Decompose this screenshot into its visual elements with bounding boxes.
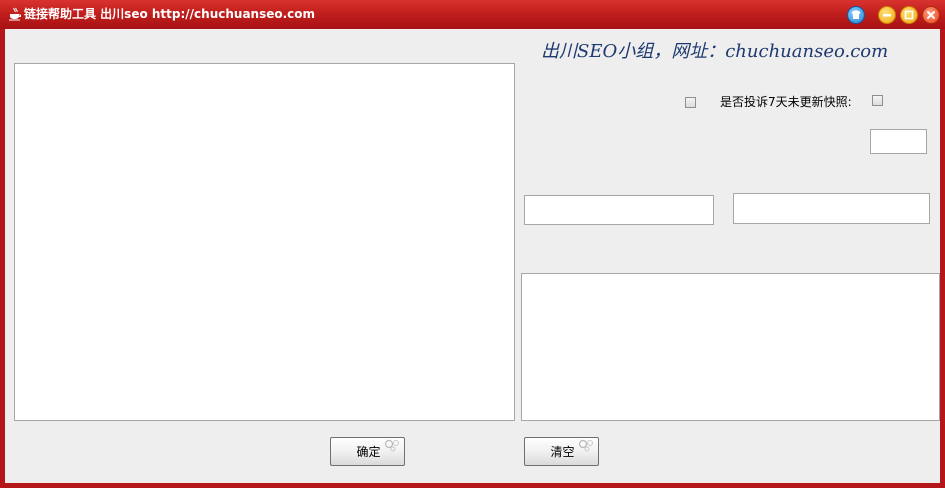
confirm-button[interactable]: 确定 xyxy=(330,437,405,466)
option-checkbox-1[interactable] xyxy=(685,97,696,108)
client-area: 出川SEO小组，网址：chuchuanseo.com 是否投诉7天未更新快照: … xyxy=(5,29,940,483)
skin-button[interactable] xyxy=(847,6,865,24)
complain-label: 是否投诉7天未更新快照: xyxy=(720,95,852,109)
swirl-icon xyxy=(384,439,399,452)
title-bar[interactable]: 链接帮助工具 出川seo http://chuchuanseo.com xyxy=(0,0,945,29)
close-button[interactable] xyxy=(922,6,940,24)
app-window: 链接帮助工具 出川seo http://chuchuanseo.com 出川SE… xyxy=(0,0,945,488)
minimize-button[interactable] xyxy=(878,6,896,24)
window-title: 链接帮助工具 出川seo http://chuchuanseo.com xyxy=(24,7,316,21)
result-area[interactable] xyxy=(521,273,940,421)
input-field-right[interactable] xyxy=(733,193,930,224)
close-icon xyxy=(927,11,935,19)
small-input-field[interactable] xyxy=(870,129,927,154)
brand-text: 出川SEO小组，网址：chuchuanseo.com xyxy=(541,41,889,62)
java-cup-icon xyxy=(9,7,21,21)
maximize-icon xyxy=(904,10,914,20)
links-input-area[interactable] xyxy=(14,63,515,421)
swirl-icon xyxy=(578,439,593,452)
complain-checkbox[interactable] xyxy=(872,95,883,106)
minimize-icon xyxy=(883,14,891,17)
input-field-left[interactable] xyxy=(524,195,714,225)
maximize-button[interactable] xyxy=(900,6,918,24)
shirt-icon xyxy=(851,10,861,19)
clear-button[interactable]: 清空 xyxy=(524,437,599,466)
